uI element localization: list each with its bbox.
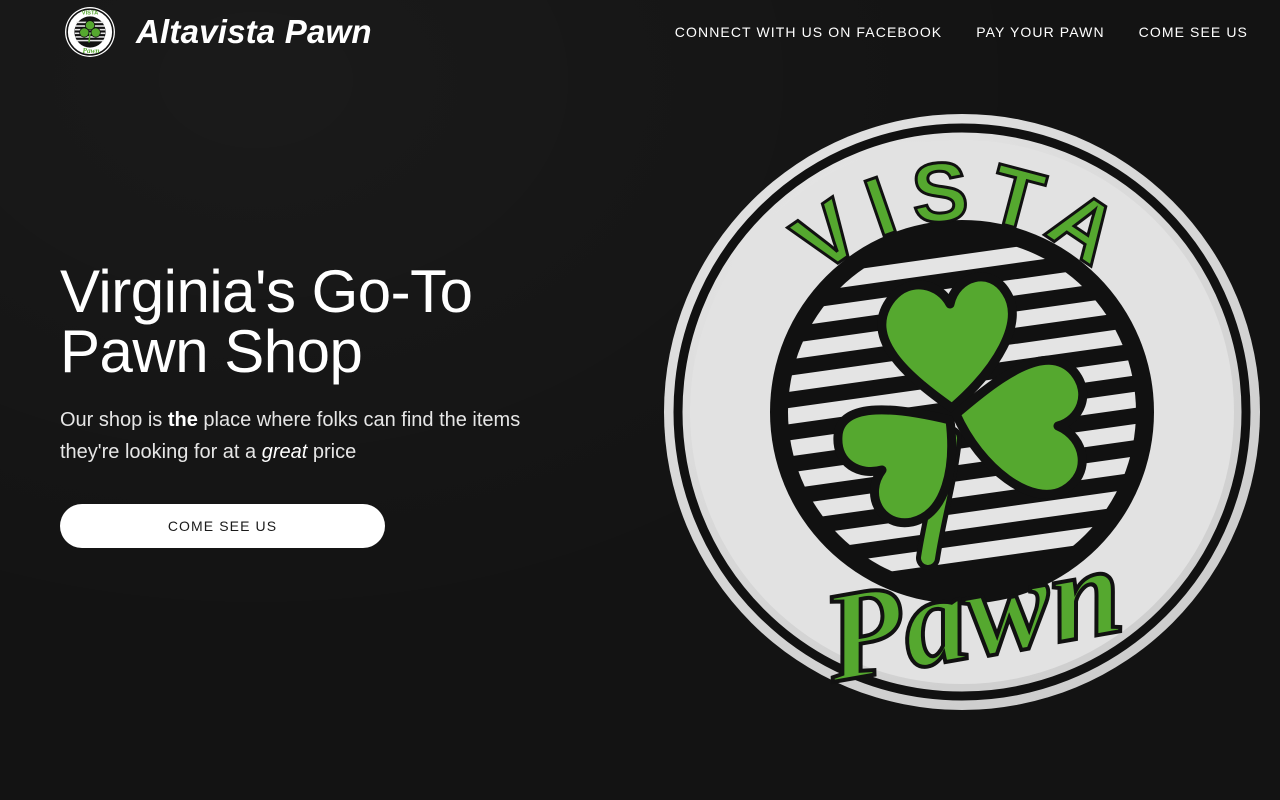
svg-text:VISTA: VISTA [82,10,98,16]
hero-subtitle: Our shop is the place where folks can fi… [60,404,560,468]
svg-text:Pawn: Pawn [83,47,100,55]
hero-subtitle-part1: Our shop is [60,409,168,431]
come-see-us-button[interactable]: COME SEE US [60,504,385,548]
hero-section: Virginia's Go-To Pawn Shop Our shop is t… [60,262,580,468]
nav-come-see-us-link[interactable]: COME SEE US [1139,22,1248,42]
hero-subtitle-bold: the [167,409,198,431]
brand-home-link[interactable]: VISTA Pawn Altavista Pawn [64,6,372,58]
hero-title-line1: Virginia's Go-To [60,258,473,325]
page: VISTA Pawn Altavista Pawn CONNECT WITH U… [0,0,1280,800]
site-header: VISTA Pawn Altavista Pawn CONNECT WITH U… [0,0,1280,64]
nav-pay-your-pawn-link[interactable]: PAY YOUR PAWN [976,22,1104,42]
nav-facebook-link[interactable]: CONNECT WITH US ON FACEBOOK [675,22,942,42]
vista-pawn-badge-logo: VISTA Pawn [664,114,1260,712]
hero-subtitle-italic: great [261,441,308,463]
hero-title: Virginia's Go-To Pawn Shop [60,262,580,382]
hero-title-line2: Pawn Shop [60,318,363,385]
hero-subtitle-part3: price [307,441,357,463]
vista-pawn-logo-icon: VISTA Pawn [65,7,115,57]
brand-name: Altavista Pawn [136,13,372,50]
main-nav: CONNECT WITH US ON FACEBOOK PAY YOUR PAW… [675,22,1248,42]
